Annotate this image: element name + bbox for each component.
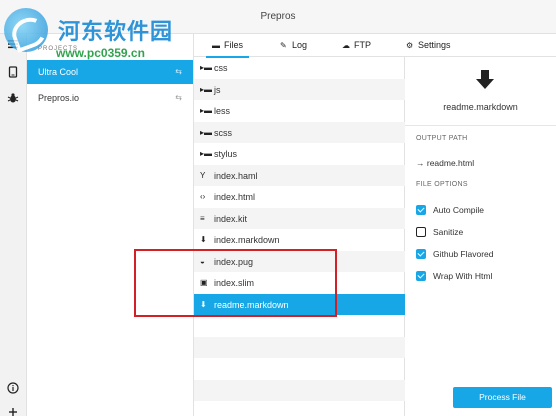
- gear-icon: ⚙: [406, 41, 414, 50]
- tab-label: Files: [224, 40, 244, 50]
- tab-settings[interactable]: ⚙ Settings: [406, 34, 451, 57]
- file-name: less: [214, 106, 231, 116]
- projects-header: PROJECTS: [38, 46, 79, 52]
- folder-icon: ▸▬: [200, 149, 213, 158]
- lines-icon: ≡: [200, 213, 205, 223]
- project-name: Prepros.io: [38, 93, 80, 103]
- add-icon[interactable]: [6, 406, 20, 416]
- divider: [405, 125, 556, 126]
- checkbox-unchecked[interactable]: [416, 227, 426, 237]
- file-name: scss: [214, 127, 232, 138]
- menu-icon[interactable]: [6, 38, 20, 52]
- project-settings-icon[interactable]: ⇆: [175, 67, 182, 76]
- output-path-header: OUTPUT PATH: [416, 135, 468, 142]
- file-options-header: FILE OPTIONS: [416, 181, 468, 188]
- process-file-button[interactable]: Process File: [453, 387, 552, 408]
- file-detail-panel: readme.markdown OUTPUT PATH → readme.htm…: [405, 57, 556, 416]
- tab-log[interactable]: ✎ Log: [280, 34, 307, 57]
- file-row-index-html[interactable]: ‹› index.html: [194, 186, 405, 208]
- output-path[interactable]: → readme.html: [416, 158, 474, 168]
- annotation-highlight-box: [134, 249, 337, 317]
- folder-icon: ▸▬: [200, 63, 213, 72]
- option-label: Github Flavored: [433, 249, 494, 259]
- empty-row: [194, 315, 405, 337]
- file-row-scss[interactable]: ▸▬ scss: [194, 121, 405, 143]
- tab-ftp[interactable]: ☁ FTP: [342, 34, 371, 57]
- tab-bar: ▬ Files ✎ Log ☁ FTP ⚙ Settings: [194, 34, 556, 58]
- empty-row: [194, 358, 405, 380]
- tab-label: Settings: [418, 40, 451, 50]
- empty-row: [194, 379, 405, 401]
- detail-file-name: readme.markdown: [443, 102, 518, 112]
- window-title: Prepros: [260, 11, 296, 22]
- markdown-icon: ⬇: [200, 235, 207, 244]
- project-name: Ultra Cool: [38, 67, 79, 77]
- file-row-index-markdown[interactable]: ⬇ index.markdown: [194, 229, 405, 251]
- file-name: index.html: [214, 192, 256, 202]
- tab-label: Log: [292, 40, 308, 50]
- haml-icon: Y: [200, 170, 206, 180]
- file-list: ▸▬ css ▸▬ js ▸▬ less ▸▬ scss ▸▬ stylus Y…: [194, 57, 405, 416]
- project-item-prepros-io[interactable]: Prepros.io ⇆: [27, 86, 193, 110]
- file-row-css[interactable]: ▸▬ css: [194, 57, 405, 79]
- checkbox-checked[interactable]: [416, 249, 426, 259]
- folder-icon: ▬: [212, 41, 220, 50]
- file-name: index.haml: [214, 170, 258, 181]
- option-sanitize[interactable]: Sanitize: [416, 225, 556, 239]
- project-item-ultra-cool[interactable]: Ultra Cool ⇆: [27, 60, 193, 84]
- cloud-upload-icon: ☁: [342, 41, 350, 50]
- pencil-icon: ✎: [280, 41, 287, 50]
- project-settings-icon[interactable]: ⇆: [175, 93, 182, 102]
- folder-icon: ▸▬: [200, 106, 213, 115]
- option-label: Auto Compile: [433, 205, 485, 215]
- option-label: Sanitize: [433, 227, 464, 237]
- icon-sidebar: [0, 34, 27, 416]
- file-name: index.markdown: [214, 235, 280, 245]
- option-label: Wrap With Html: [433, 271, 493, 281]
- folder-icon: ▸▬: [200, 84, 213, 94]
- file-name: index.kit: [214, 213, 248, 224]
- tab-files[interactable]: ▬ Files: [205, 34, 250, 58]
- file-row-js[interactable]: ▸▬ js: [194, 78, 405, 100]
- mobile-preview-icon[interactable]: [6, 66, 20, 80]
- code-icon: ‹›: [200, 192, 206, 201]
- title-bar: Prepros: [0, 0, 556, 34]
- file-row-index-haml[interactable]: Y index.haml: [194, 164, 405, 186]
- projects-panel: PROJECTS Ultra Cool ⇆ Prepros.io ⇆: [27, 34, 194, 416]
- bug-icon[interactable]: [6, 92, 20, 106]
- option-github-flavored[interactable]: Github Flavored: [416, 247, 556, 261]
- file-row-less[interactable]: ▸▬ less: [194, 100, 405, 122]
- info-icon[interactable]: [6, 382, 20, 396]
- tab-label: FTP: [354, 40, 371, 50]
- folder-icon: ▸▬: [200, 127, 213, 137]
- file-name: css: [214, 63, 228, 73]
- option-auto-compile[interactable]: Auto Compile: [416, 203, 556, 217]
- file-row-stylus[interactable]: ▸▬ stylus: [194, 143, 405, 165]
- checkbox-checked[interactable]: [416, 271, 426, 281]
- file-name: stylus: [214, 149, 238, 159]
- file-row-index-kit[interactable]: ≡ index.kit: [194, 207, 405, 229]
- option-wrap-with-html[interactable]: Wrap With Html: [416, 269, 556, 283]
- checkbox-checked[interactable]: [416, 205, 426, 215]
- empty-row: [194, 336, 405, 358]
- file-name: js: [214, 84, 221, 95]
